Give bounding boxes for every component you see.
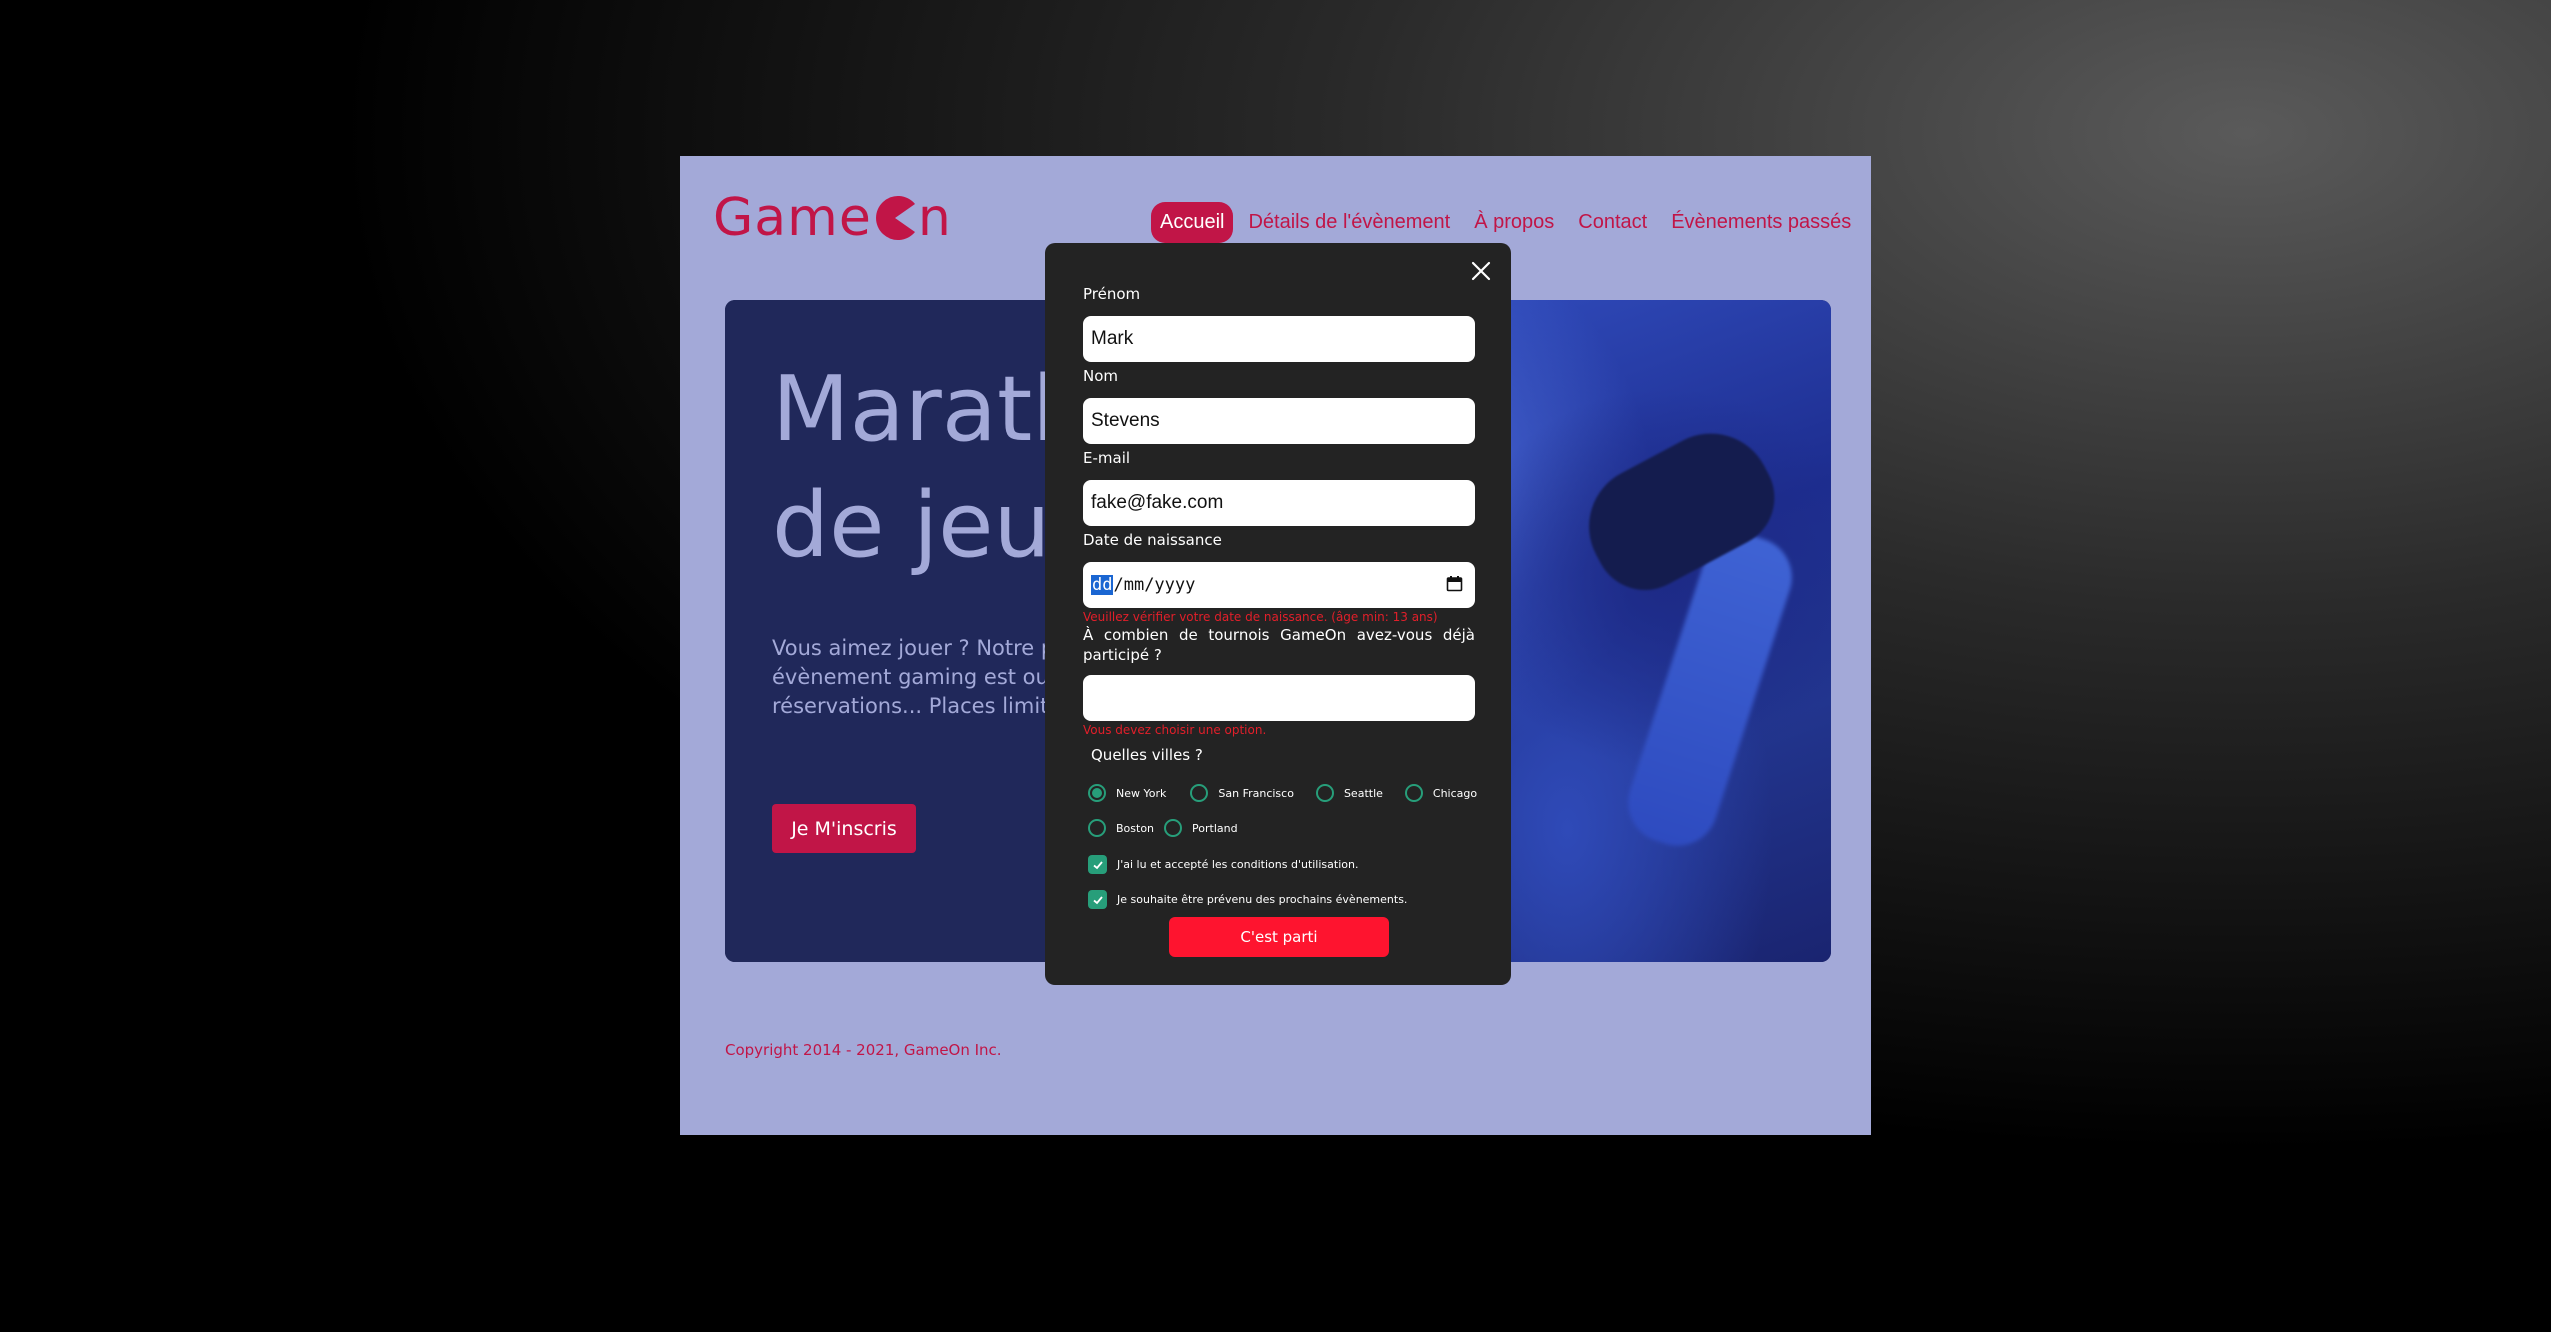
first-name-label: Prénom [1083, 285, 1141, 303]
city-new-york[interactable]: New York [1088, 784, 1166, 802]
newsletter-label: Je souhaite être prévenu des prochains é… [1117, 893, 1408, 906]
gameon-logo[interactable]: Game n [713, 188, 952, 248]
first-name-input[interactable]: Mark [1083, 316, 1475, 362]
radio-new-york[interactable] [1088, 784, 1106, 802]
tournaments-error: Vous devez choisir une option. [1083, 723, 1267, 737]
cities-row-1: New York San Francisco Seattle Chicago [1088, 784, 1493, 802]
terms-checkbox-row[interactable]: J'ai lu et accepté les conditions d'util… [1088, 855, 1358, 874]
city-chicago-label: Chicago [1432, 786, 1478, 800]
signup-button[interactable]: Je M'inscris [772, 804, 916, 853]
cities-label: Quelles villes ? [1091, 746, 1203, 764]
check-icon [1092, 895, 1103, 904]
email-label: E-mail [1083, 449, 1131, 467]
close-icon[interactable] [1469, 259, 1493, 283]
birthdate-error: Veuillez vérifier votre date de naissanc… [1083, 610, 1438, 624]
last-name-input[interactable]: Stevens [1083, 398, 1475, 444]
email-input[interactable]: fake@fake.com [1083, 480, 1475, 526]
calendar-icon[interactable] [1446, 575, 1463, 592]
city-san-francisco[interactable]: San Francisco [1190, 784, 1294, 802]
terms-label: J'ai lu et accepté les conditions d'util… [1117, 858, 1359, 871]
city-seattle[interactable]: Seattle [1315, 784, 1383, 802]
nav-details[interactable]: Détails de l'évènement [1239, 202, 1459, 243]
copyright: Copyright 2014 - 2021, GameOn Inc. [725, 1041, 1002, 1059]
main-nav: Accueil Détails de l'évènement À propos … [1151, 202, 1860, 243]
check-icon [1092, 860, 1103, 869]
city-portland[interactable]: Portland [1164, 819, 1238, 837]
radio-portland[interactable] [1164, 819, 1183, 837]
city-san-francisco-label: San Francisco [1218, 786, 1294, 800]
birthdate-day[interactable]: dd [1091, 575, 1114, 595]
signup-modal: Prénom Mark Nom Stevens E-mail fake@fake… [1045, 243, 1511, 985]
birthdate-input[interactable]: dd/mm/yyyy [1083, 562, 1475, 608]
city-boston-label: Boston [1116, 821, 1155, 835]
city-portland-label: Portland [1192, 821, 1238, 835]
city-new-york-label: New York [1116, 786, 1167, 800]
birthdate-rest: /mm/yyyy [1113, 575, 1196, 595]
nav-accueil[interactable]: Accueil [1151, 202, 1234, 243]
radio-boston[interactable] [1088, 819, 1106, 837]
radio-seattle[interactable] [1315, 784, 1334, 802]
logo-text-right: n [917, 188, 952, 248]
newsletter-checkbox-row[interactable]: Je souhaite être prévenu des prochains é… [1088, 890, 1407, 909]
nav-a-propos[interactable]: À propos [1465, 202, 1563, 243]
submit-button[interactable]: C'est parti [1169, 917, 1389, 957]
logo-text-left: Game [713, 188, 872, 248]
radio-chicago[interactable] [1404, 784, 1423, 802]
pacman-icon [875, 196, 915, 240]
cities-row-2: Boston Portland [1088, 819, 1254, 837]
nav-contact[interactable]: Contact [1569, 202, 1656, 243]
city-seattle-label: Seattle [1343, 786, 1383, 800]
city-chicago[interactable]: Chicago [1404, 784, 1478, 802]
tournaments-label: À combien de tournois GameOn avez-vous d… [1083, 626, 1475, 664]
nav-evenements-passes[interactable]: Évènements passés [1662, 202, 1860, 243]
last-name-label: Nom [1083, 367, 1119, 385]
radio-san-francisco[interactable] [1190, 784, 1209, 802]
birthdate-label: Date de naissance [1083, 531, 1222, 549]
city-boston[interactable]: Boston [1088, 819, 1154, 837]
newsletter-checkbox[interactable] [1088, 890, 1107, 909]
terms-checkbox[interactable] [1088, 855, 1107, 874]
tournaments-input[interactable] [1083, 675, 1475, 721]
